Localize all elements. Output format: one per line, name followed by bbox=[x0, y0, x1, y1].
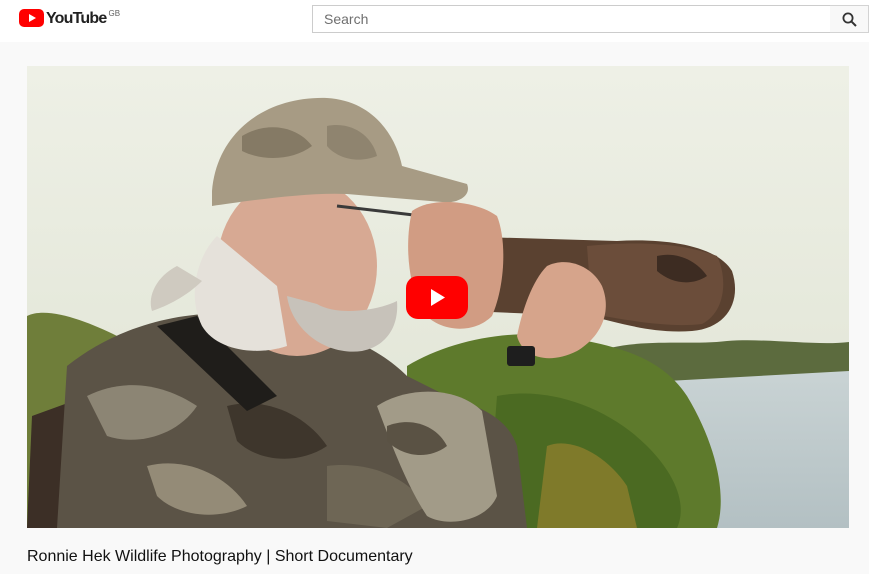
search-box[interactable] bbox=[312, 5, 831, 33]
video-title[interactable]: Ronnie Hek Wildlife Photography | Short … bbox=[27, 548, 413, 566]
youtube-logo-icon bbox=[19, 9, 44, 27]
logo-wordmark: YouTube bbox=[46, 10, 107, 27]
search-button[interactable] bbox=[830, 5, 869, 33]
region-code: GB bbox=[108, 9, 121, 18]
top-bar: YouTube GB bbox=[0, 0, 869, 42]
play-icon bbox=[406, 276, 468, 319]
play-button[interactable] bbox=[406, 276, 468, 319]
search-icon bbox=[842, 12, 857, 27]
youtube-logo[interactable]: YouTube GB bbox=[19, 9, 120, 29]
search-input[interactable] bbox=[313, 6, 830, 32]
video-player[interactable] bbox=[27, 66, 849, 528]
